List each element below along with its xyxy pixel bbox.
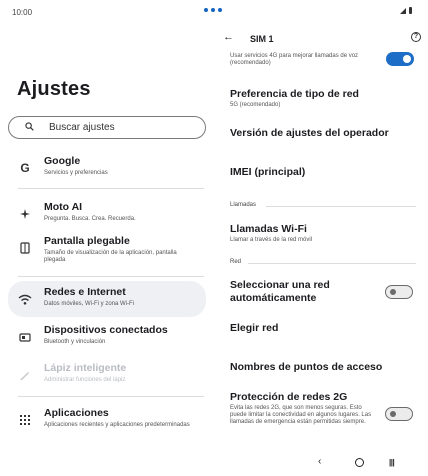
multitask-dots-icon[interactable] [204, 6, 224, 14]
section-divider [266, 206, 416, 207]
search-icon [25, 122, 34, 131]
navigation-bar: ‹ ||| [214, 452, 428, 476]
auto-select-network-title[interactable]: Seleccionar una red automáticamente [230, 279, 380, 305]
item-title: Pantalla plegable [44, 235, 130, 247]
item-subtitle: Servicios y preferencias [44, 170, 108, 176]
status-bar: 10:00 [0, 0, 428, 22]
section-calls: Llamadas [230, 202, 257, 208]
2g-protection-toggle[interactable] [385, 407, 413, 421]
wifi-calling-title[interactable]: Llamadas Wi-Fi [230, 223, 390, 236]
wifi-calling-subtitle: Llamar a través de la red móvil [230, 237, 313, 243]
battery-icon [409, 7, 412, 14]
preferred-network-subtitle: 5G (recomendado) [230, 102, 281, 108]
item-subtitle: Aplicaciones recientes y aplicaciones pr… [44, 422, 190, 428]
search-placeholder: Buscar ajustes [49, 122, 115, 133]
apps-grid-icon [18, 413, 32, 427]
moto-ai-icon [18, 207, 32, 221]
item-subtitle: Tamaño de visualización de la aplicación… [44, 250, 177, 263]
connected-devices-icon [18, 330, 32, 344]
pen-icon [18, 368, 32, 382]
carrier-settings-version[interactable]: Versión de ajustes del operador [230, 127, 390, 140]
divider [18, 276, 204, 277]
item-title: Lápiz inteligente [44, 362, 127, 374]
settings-item-moto-ai[interactable]: Moto AI Pregunta. Busca. Crea. Recuerda. [8, 196, 206, 232]
nav-back-icon[interactable]: ‹ [318, 456, 321, 467]
nav-recents-icon[interactable]: ||| [389, 458, 395, 467]
item-title: Google [44, 155, 81, 167]
divider [18, 188, 204, 189]
settings-item-google[interactable]: G Google Servicios y preferencias [8, 150, 206, 186]
signal-icon [400, 8, 406, 14]
section-divider [248, 263, 416, 264]
item-subtitle: Datos móviles, Wi-Fi y zona Wi-Fi [44, 301, 135, 307]
preferred-network-title[interactable]: Preferencia de tipo de red [230, 88, 390, 101]
item-subtitle: Pregunta. Busca. Crea. Recuerda. [44, 216, 136, 222]
settings-list-pane: Ajustes Buscar ajustes G Google Servicio… [0, 22, 214, 476]
back-arrow-icon[interactable]: ← [223, 31, 234, 43]
2g-protection-subtitle: Evita las redes 2G, que son menos segura… [230, 405, 372, 425]
help-icon[interactable]: ? [411, 32, 421, 42]
nav-home-icon[interactable] [355, 458, 364, 467]
settings-item-network-internet[interactable]: Redes e Internet Datos móviles, Wi-Fi y … [8, 281, 206, 317]
divider [18, 396, 204, 397]
item-subtitle: Administrar funciones del lápiz [44, 377, 126, 383]
item-subtitle: Bluetooth y vinculación [44, 339, 106, 345]
sim-detail-pane: ← SIM 1 ? Usar servicios 4G para mejorar… [214, 22, 428, 476]
item-title: Dispositivos conectados [44, 324, 168, 336]
foldable-icon [18, 241, 32, 255]
search-input[interactable]: Buscar ajustes [8, 116, 206, 139]
page-title: Ajustes [17, 78, 91, 100]
detail-title: SIM 1 [250, 34, 274, 44]
volte-description: Usar servicios 4G para mejorar llamadas … [230, 53, 359, 66]
status-time: 10:00 [12, 8, 33, 17]
choose-network[interactable]: Elegir red [230, 322, 390, 335]
wifi-icon [18, 292, 32, 306]
volte-toggle[interactable] [386, 52, 414, 66]
2g-protection-title[interactable]: Protección de redes 2G [230, 391, 390, 404]
section-network: Red [230, 259, 242, 265]
access-point-names[interactable]: Nombres de puntos de acceso [230, 361, 390, 374]
item-title: Aplicaciones [44, 407, 109, 419]
item-title: Moto AI [44, 201, 83, 213]
imei-item[interactable]: IMEI (principal) [230, 166, 390, 179]
google-icon: G [20, 161, 30, 175]
item-title: Redes e Internet [44, 286, 126, 298]
settings-item-foldable-display[interactable]: Pantalla plegable Tamaño de visualizació… [8, 230, 206, 270]
settings-item-connected-devices[interactable]: Dispositivos conectados Bluetooth y vinc… [8, 319, 206, 355]
auto-select-network-toggle[interactable] [385, 285, 413, 299]
settings-item-smart-stylus[interactable]: Lápiz inteligente Administrar funciones … [8, 357, 206, 393]
settings-item-apps[interactable]: Aplicaciones Aplicaciones recientes y ap… [8, 402, 206, 442]
status-icons [400, 7, 412, 14]
